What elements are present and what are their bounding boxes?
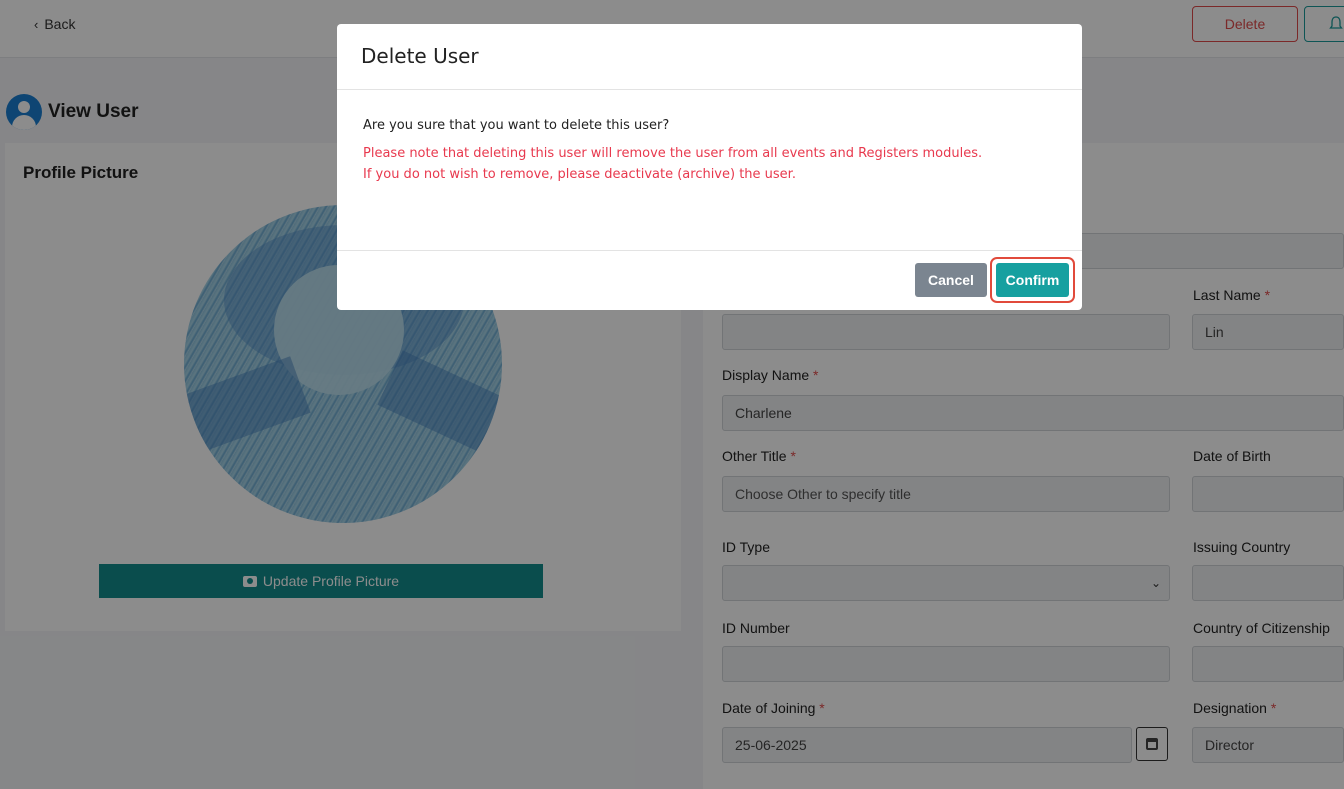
dialog-question: Are you sure that you want to delete thi…	[363, 118, 670, 133]
dialog-footer: Cancel Confirm	[337, 251, 1082, 309]
confirm-highlight-ring: Confirm	[990, 257, 1075, 303]
delete-user-dialog: Delete User Are you sure that you want t…	[337, 24, 1082, 310]
dialog-warning-line-2: If you do not wish to remove, please dea…	[363, 167, 796, 182]
dialog-header: Delete User	[337, 24, 1082, 90]
confirm-button[interactable]: Confirm	[996, 263, 1069, 297]
dialog-body: Are you sure that you want to delete thi…	[337, 90, 1082, 251]
dialog-warning-line-1: Please note that deleting this user will…	[363, 146, 983, 161]
dialog-title: Delete User	[361, 44, 479, 68]
cancel-button[interactable]: Cancel	[915, 263, 987, 297]
